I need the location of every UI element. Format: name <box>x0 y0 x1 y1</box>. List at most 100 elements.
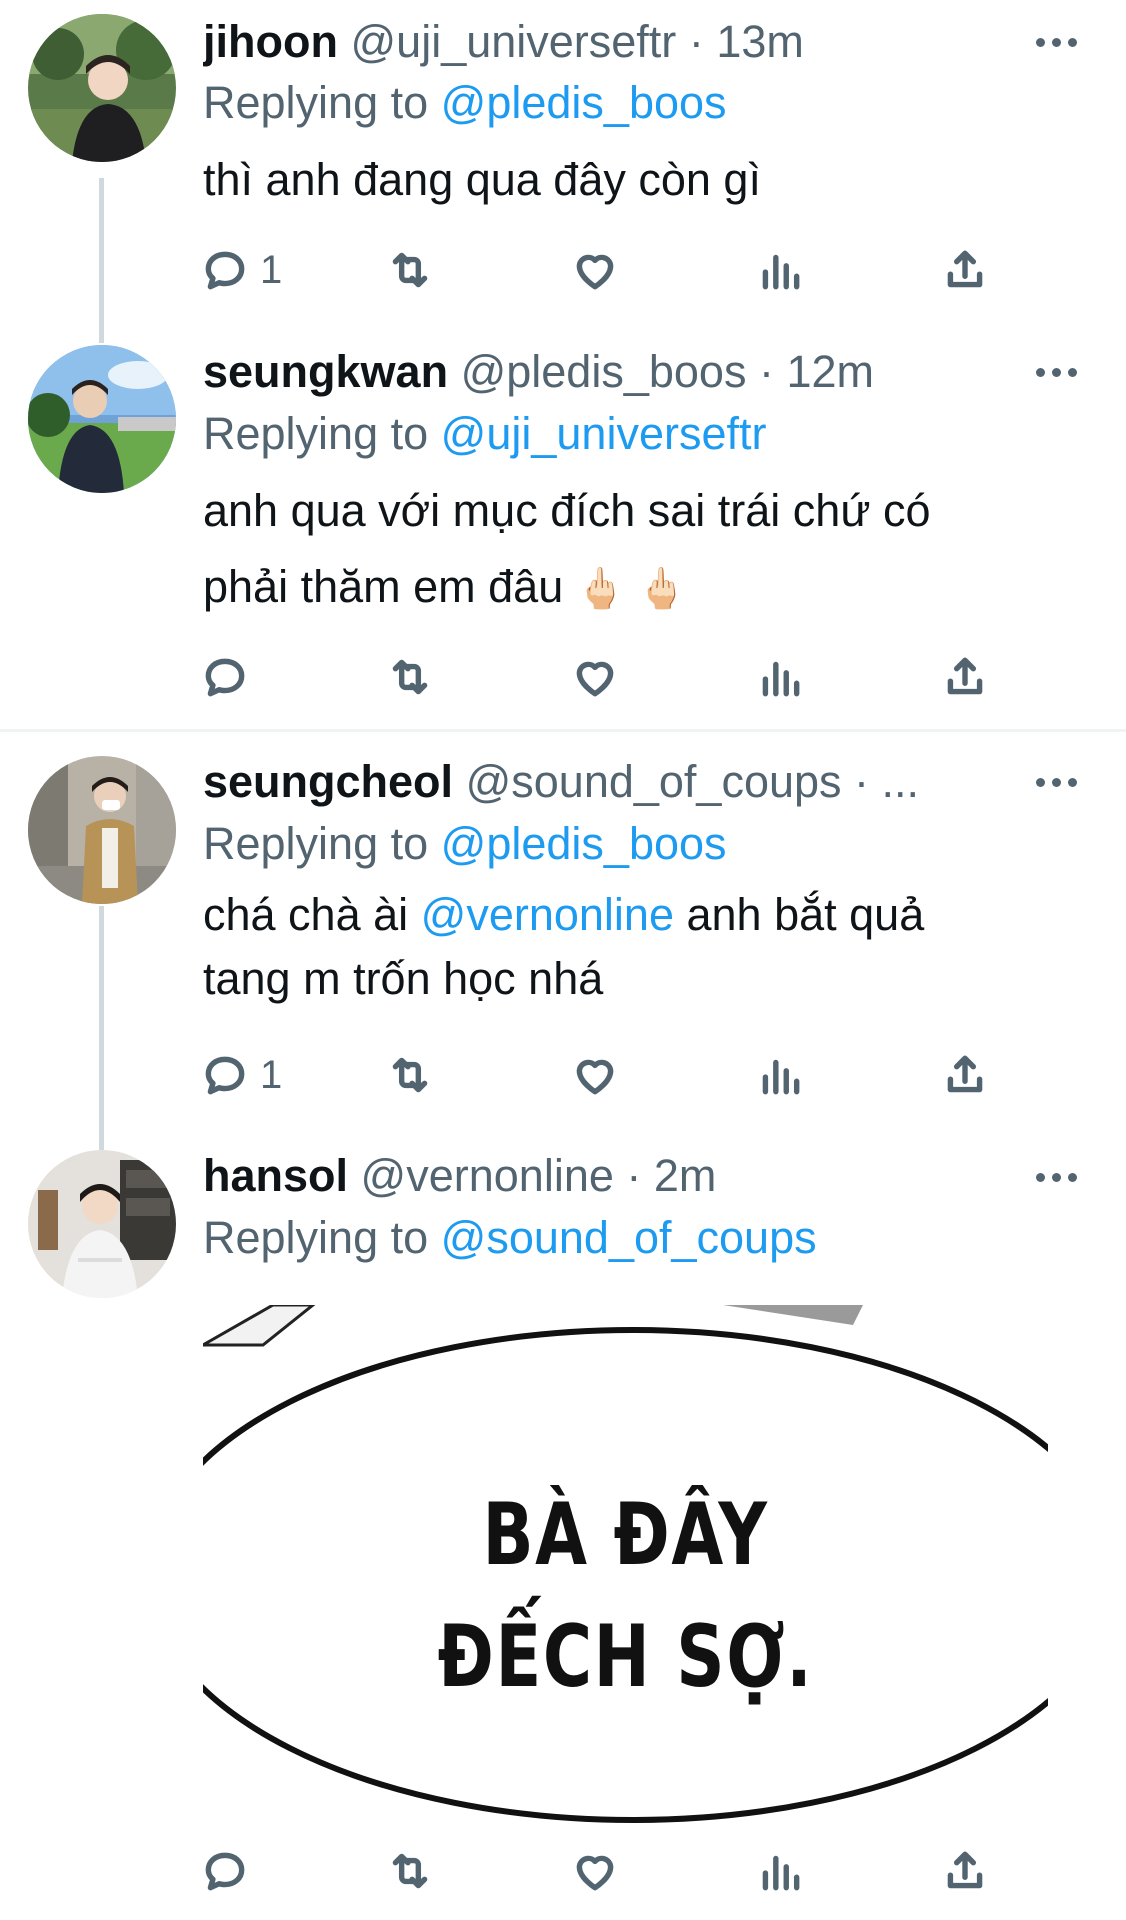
display-name[interactable]: hansol <box>203 1150 348 1201</box>
retweet-icon <box>392 252 428 288</box>
tweet-seungcheol[interactable]: seungcheol @sound_of_coups · ... Replyin… <box>0 740 1126 1140</box>
share-button[interactable] <box>940 1045 990 1105</box>
separator-dot: · <box>688 16 704 67</box>
action-bar <box>200 647 1040 707</box>
tweet-hansol[interactable]: hansol @vernonline · 2m Replying to @sou… <box>0 1135 1126 1920</box>
tweet-header: seungcheol @sound_of_coups · ... <box>203 754 1006 810</box>
more-icon[interactable] <box>1026 1167 1086 1187</box>
retweet-button[interactable] <box>385 647 435 707</box>
views-button[interactable] <box>755 647 805 707</box>
share-icon <box>947 250 983 288</box>
action-bar: 1 <box>200 1045 1040 1105</box>
like-icon <box>576 254 614 290</box>
timestamp[interactable]: 2m <box>654 1150 717 1201</box>
replying-prefix: Replying to <box>203 818 429 869</box>
reply-icon <box>205 251 245 290</box>
like-button[interactable] <box>570 647 620 707</box>
more-icon[interactable] <box>1026 32 1086 52</box>
separator-dot: · ... <box>854 756 920 807</box>
tweet-text: thì anh đang qua đây còn gì <box>203 154 761 205</box>
replying-prefix: Replying to <box>203 77 429 128</box>
separator-dot: · <box>758 346 774 397</box>
replying-mention-link[interactable]: @sound_of_coups <box>441 1212 817 1263</box>
tweet-seungkwan[interactable]: seungkwan @pledis_boos · 12m Replying to… <box>0 330 1126 730</box>
retweet-button[interactable] <box>385 240 435 300</box>
views-icon <box>762 254 800 290</box>
tweet-text-span: chá chà ài <box>203 889 409 940</box>
tweet-text: chá chà ài @vernonline anh bắt quả tang … <box>203 883 1086 1011</box>
timestamp[interactable]: 13m <box>716 16 804 67</box>
reply-icon <box>205 1056 245 1095</box>
reply-count: 1 <box>260 247 283 292</box>
user-handle[interactable]: @sound_of_coups <box>466 756 842 807</box>
reply-button[interactable] <box>200 1841 260 1901</box>
like-icon <box>576 1059 614 1095</box>
views-icon <box>762 1059 800 1095</box>
tweet-text-line: chá chà ài @vernonline anh bắt quả <box>203 883 1086 947</box>
retweet-icon <box>392 1853 428 1889</box>
retweet-button[interactable] <box>385 1841 435 1901</box>
timestamp[interactable]: 12m <box>786 346 874 397</box>
reply-button[interactable]: 1 <box>200 1045 282 1105</box>
replying-mention-link[interactable]: @uji_universeftr <box>441 408 767 459</box>
views-button[interactable] <box>755 240 805 300</box>
views-icon <box>762 661 800 697</box>
display-name[interactable]: jihoon <box>203 16 338 67</box>
replying-prefix: Replying to <box>203 1212 429 1263</box>
tweet-header: jihoon @uji_universeftr · 13m <box>203 14 1006 70</box>
replying-mention-link[interactable]: @pledis_boos <box>441 77 727 128</box>
action-bar <box>200 1841 1040 1901</box>
avatar[interactable] <box>28 1150 176 1298</box>
avatar[interactable] <box>28 756 176 904</box>
tweet-header: hansol @vernonline · 2m <box>203 1148 1006 1204</box>
replying-to: Replying to @uji_universeftr <box>203 406 766 462</box>
replying-to: Replying to @pledis_boos <box>203 75 727 131</box>
views-button[interactable] <box>755 1841 805 1901</box>
like-button[interactable] <box>570 240 620 300</box>
tweet-divider <box>0 729 1126 732</box>
views-icon <box>762 1855 800 1891</box>
display-name[interactable]: seungkwan <box>203 346 448 397</box>
display-name[interactable]: seungcheol <box>203 756 453 807</box>
more-icon[interactable] <box>1026 362 1086 382</box>
tweet-jihoon[interactable]: jihoon @uji_universeftr · 13m Replying t… <box>0 0 1126 330</box>
replying-to: Replying to @pledis_boos <box>203 816 727 872</box>
replying-mention-link[interactable]: @pledis_boos <box>441 818 727 869</box>
retweet-icon <box>392 659 428 695</box>
retweet-button[interactable] <box>385 1045 435 1105</box>
mention-link[interactable]: @vernonline <box>421 889 674 940</box>
share-button[interactable] <box>940 240 990 300</box>
reply-count: 1 <box>260 1052 283 1097</box>
reply-button[interactable]: 1 <box>200 240 282 300</box>
reply-icon <box>205 658 245 697</box>
tweet-text-line: tang m trốn học nhá <box>203 953 604 1004</box>
like-icon <box>576 1855 614 1891</box>
media-text-line: BÀ ĐÂY <box>482 1485 769 1585</box>
share-icon <box>947 1851 983 1889</box>
reply-button[interactable] <box>200 647 260 707</box>
media-text-line: ĐẾCH SỢ. <box>437 1607 814 1707</box>
separator-dot: · <box>626 1150 642 1201</box>
share-icon <box>947 1055 983 1093</box>
replying-prefix: Replying to <box>203 408 429 459</box>
replying-to: Replying to @sound_of_coups <box>203 1210 817 1266</box>
user-handle[interactable]: @pledis_boos <box>461 346 747 397</box>
like-button[interactable] <box>570 1045 620 1105</box>
tweet-text-span: anh bắt quả <box>686 889 925 940</box>
more-icon[interactable] <box>1026 772 1086 792</box>
share-button[interactable] <box>940 647 990 707</box>
tweet-media-image[interactable]: BÀ ĐÂY ĐẾCH SỢ. <box>203 1305 1048 1825</box>
views-button[interactable] <box>755 1045 805 1105</box>
action-bar: 1 <box>200 240 1040 300</box>
retweet-icon <box>392 1057 428 1093</box>
reply-icon <box>205 1852 245 1891</box>
like-button[interactable] <box>570 1841 620 1901</box>
share-icon <box>947 657 983 695</box>
avatar[interactable] <box>28 345 176 493</box>
share-button[interactable] <box>940 1841 990 1901</box>
user-handle[interactable]: @uji_universeftr <box>350 16 676 67</box>
like-icon <box>576 661 614 697</box>
tweet-header: seungkwan @pledis_boos · 12m <box>203 344 1006 400</box>
user-handle[interactable]: @vernonline <box>361 1150 614 1201</box>
avatar[interactable] <box>28 14 176 162</box>
